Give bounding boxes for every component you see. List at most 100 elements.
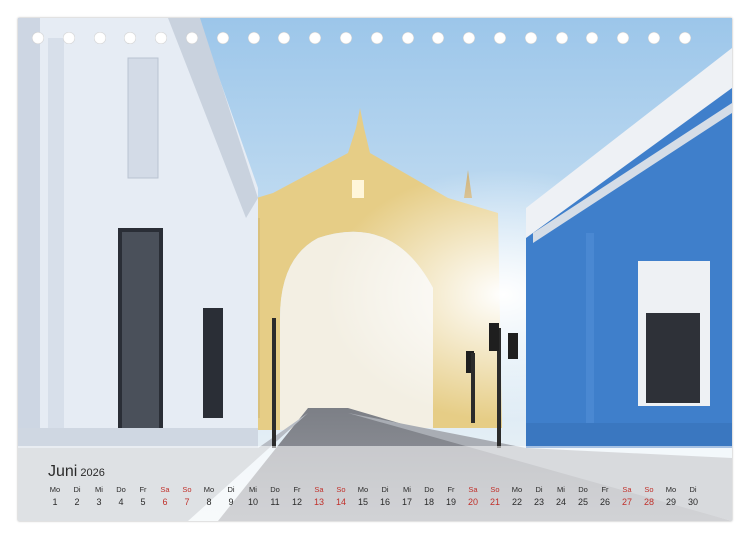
day-cell: Do 25	[572, 485, 594, 509]
binding-hole	[247, 32, 260, 44]
day-number: 6	[162, 497, 168, 507]
weekday-label: Di	[689, 485, 697, 494]
day-number: 23	[533, 497, 544, 507]
day-cell: Do 11	[264, 485, 286, 509]
day-number: 11	[270, 497, 280, 507]
weekday-label: Fr	[139, 485, 147, 494]
day-number: 8	[206, 497, 212, 507]
day-number: 28	[643, 497, 654, 507]
weekday-label: Di	[73, 485, 81, 494]
binding-hole	[370, 32, 383, 44]
day-cell: Mo 29	[660, 485, 682, 509]
day-row: Mo 1 Di 2 Mi 3 Do 4 Fr 5 Sa 6 So 7 Mo 8 Di 9 Mi 10 Do 11 Fr 12 S…	[44, 485, 728, 515]
weekday-label: Mo	[357, 485, 369, 494]
weekday-label: Mo	[49, 485, 61, 494]
day-number: 13	[313, 497, 324, 507]
weekday-label: Mo	[203, 485, 215, 494]
weekday-label: Di	[381, 485, 389, 494]
month-name: Juni	[48, 463, 78, 480]
calendar-page: Juni 2026 Mo 1 Di 2 Mi 3 Do 4 Fr 5 Sa 6 So 7 Mo 8 Di 9 Mi 10…	[18, 18, 732, 521]
day-cell: Mo 1	[44, 485, 66, 509]
day-cell: Sa 20	[462, 485, 484, 509]
day-cell: Fr 12	[286, 485, 308, 509]
weekday-label: Sa	[314, 485, 324, 494]
day-cell: Mi 24	[550, 485, 572, 509]
day-number: 1	[52, 497, 58, 507]
weekday-label: So	[644, 485, 654, 494]
weekday-label: Mo	[511, 485, 523, 494]
binding-hole	[494, 32, 506, 44]
weekday-label: Sa	[160, 485, 170, 494]
day-cell: Di 16	[374, 485, 396, 509]
day-number: 21	[489, 497, 500, 507]
binding-hole	[93, 32, 106, 44]
weekday-label: So	[336, 485, 346, 494]
day-cell: So 28	[638, 485, 660, 509]
day-number: 5	[140, 497, 146, 507]
day-cell: Di 23	[528, 485, 550, 509]
day-cell: Mo 15	[352, 485, 374, 509]
weekday-label: Fr	[293, 485, 301, 494]
day-number: 2	[74, 497, 80, 507]
day-cell: Fr 5	[132, 485, 154, 509]
binding-hole	[124, 32, 137, 44]
day-cell: Di 9	[220, 485, 242, 509]
binding-hole	[186, 32, 198, 44]
weekday-label: So	[490, 485, 500, 494]
day-cell: Sa 6	[154, 485, 176, 509]
binding-hole	[617, 32, 630, 44]
weekday-label: Mo	[665, 485, 677, 494]
day-cell: Mi 3	[88, 485, 110, 509]
weekday-label: Do	[270, 485, 280, 494]
weekday-label: Fr	[601, 485, 609, 494]
day-number: 17	[401, 497, 412, 507]
day-cell: Mo 22	[506, 485, 528, 509]
day-cell: Sa 13	[308, 485, 330, 509]
day-cell: So 21	[484, 485, 506, 509]
day-number: 12	[291, 497, 302, 507]
day-number: 22	[511, 497, 522, 507]
weekday-label: Mi	[557, 485, 565, 494]
day-number: 30	[687, 497, 698, 507]
weekday-label: Mi	[403, 485, 411, 494]
binding-hole	[62, 32, 75, 44]
day-number: 10	[247, 497, 258, 507]
day-number: 7	[184, 497, 190, 507]
weekday-label: Di	[535, 485, 543, 494]
weekday-label: Sa	[468, 485, 478, 494]
day-cell: Di 30	[682, 485, 704, 509]
day-cell: Do 18	[418, 485, 440, 509]
weekday-label: Mi	[95, 485, 103, 494]
weekday-label: Do	[424, 485, 434, 494]
day-number: 26	[599, 497, 610, 507]
day-number: 18	[423, 497, 434, 507]
month-year: 2026	[80, 467, 105, 479]
weekday-label: Do	[116, 485, 126, 494]
month-title: Juni 2026	[48, 463, 105, 481]
binding-hole	[340, 32, 352, 44]
weekday-label: Sa	[622, 485, 632, 494]
binding-hole	[309, 32, 322, 44]
day-number: 29	[665, 497, 676, 507]
binding-hole	[555, 32, 568, 44]
day-cell: So 14	[330, 485, 352, 509]
day-cell: Mo 8	[198, 485, 220, 509]
day-cell: Sa 27	[616, 485, 638, 509]
day-number: 24	[555, 497, 566, 507]
day-number: 14	[335, 497, 346, 507]
weekday-label: Di	[227, 485, 235, 494]
day-number: 15	[357, 497, 368, 507]
day-cell: Mi 17	[396, 485, 418, 509]
weekday-label: Fr	[447, 485, 455, 494]
binding-hole	[278, 32, 291, 44]
binding-holes	[18, 32, 732, 48]
binding-hole	[432, 32, 445, 44]
binding-hole	[32, 32, 44, 44]
day-number: 25	[577, 497, 588, 507]
day-cell: Do 4	[110, 485, 132, 509]
binding-hole	[463, 32, 476, 44]
day-number: 16	[379, 497, 390, 507]
day-number: 19	[445, 497, 456, 507]
day-number: 4	[118, 497, 124, 507]
day-number: 9	[228, 497, 234, 507]
